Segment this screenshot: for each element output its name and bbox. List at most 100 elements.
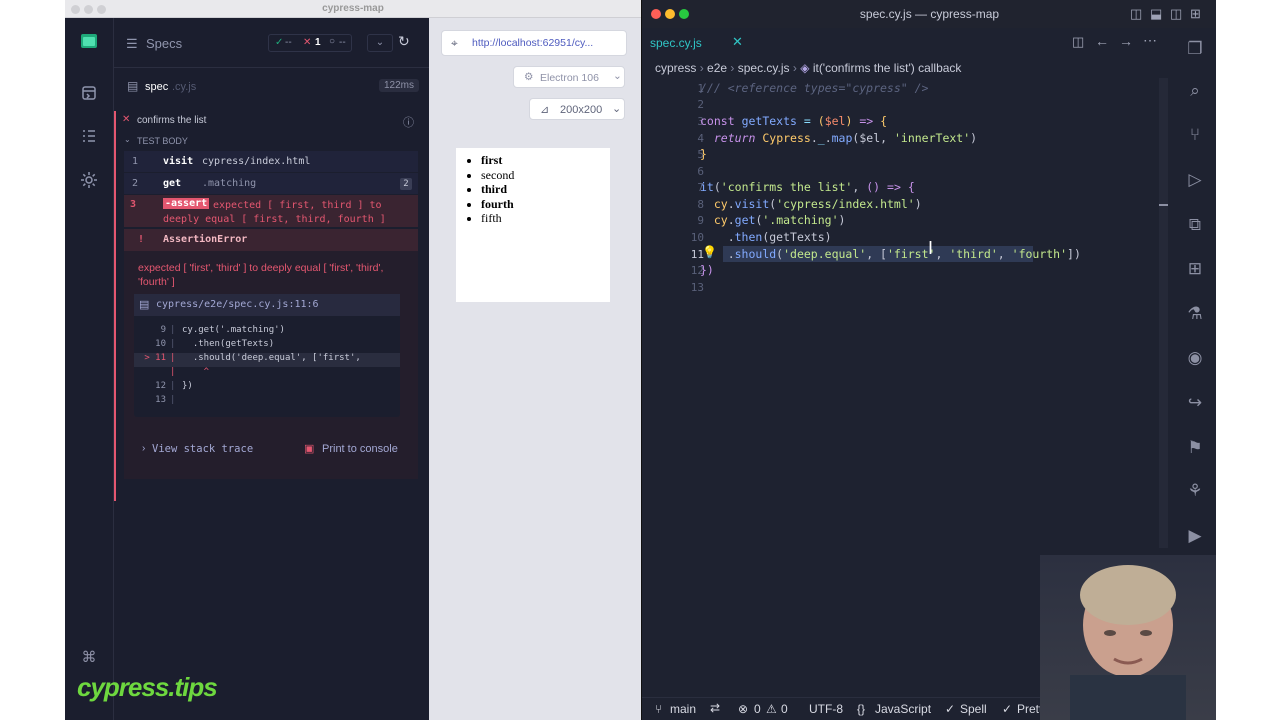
check-icon: ✓ xyxy=(945,702,956,716)
spell-check[interactable]: Spell xyxy=(960,702,987,716)
close-tab-icon[interactable]: ✕ xyxy=(732,34,743,50)
code-line-gutter: | xyxy=(170,381,176,391)
go-back-icon[interactable]: ← xyxy=(1095,33,1109,49)
browser-icon: ⚙ xyxy=(524,71,534,83)
view-stack-trace-link[interactable]: View stack trace xyxy=(152,443,253,455)
chevron-down-icon[interactable]: ⌄ xyxy=(124,135,131,144)
console-icon: ▣ xyxy=(304,443,315,455)
search-icon[interactable]: ⌕ xyxy=(1184,80,1206,102)
code-line: } xyxy=(700,147,707,161)
spec-duration: 122ms xyxy=(379,79,420,92)
chevron-right-icon: › xyxy=(699,61,708,75)
app-list: first second third fourth fifth xyxy=(481,153,514,226)
error-count[interactable]: 0 xyxy=(754,702,761,716)
encoding[interactable]: UTF-8 xyxy=(809,702,843,716)
line-number: 8 xyxy=(697,198,704,211)
code-frame-header[interactable]: ▤ cypress/e2e/spec.cy.js:11:6 xyxy=(134,294,400,316)
more-actions-icon[interactable]: ⋯ xyxy=(1143,32,1157,49)
browser-selector[interactable]: ⚙ Electron 106 ⌄ xyxy=(513,66,625,88)
list-item: third xyxy=(481,182,514,197)
toggle-sidebar-icon[interactable]: ◫ xyxy=(1130,6,1142,22)
code-line-number: 12 xyxy=(155,381,166,391)
remote-explorer-icon[interactable]: ⧉ xyxy=(1184,214,1206,236)
info-icon[interactable]: ⓘ xyxy=(403,114,414,130)
code-line-gutter: | xyxy=(170,353,176,363)
breadcrumb-item[interactable]: spec.cy.js xyxy=(738,61,790,75)
toggle-secondary-sidebar-icon[interactable]: ◫ xyxy=(1170,6,1182,22)
gitlens-icon[interactable]: ⚘ xyxy=(1184,480,1206,502)
cypress-logo-icon[interactable] xyxy=(79,33,99,53)
code-line: 13 | xyxy=(134,395,400,409)
code-line-gutter: | xyxy=(170,325,176,335)
command-number: 3 xyxy=(130,199,137,210)
viewport-info[interactable]: ⊿ 200x200 ⌄ xyxy=(529,98,625,120)
command-row-visit[interactable]: 1 visit cypress/index.html xyxy=(124,151,418,172)
code-frame-file-link[interactable]: cypress/e2e/spec.cy.js:11:6 xyxy=(156,299,319,310)
code-line-text: }) xyxy=(182,381,193,391)
go-forward-icon[interactable]: → xyxy=(1119,33,1133,49)
app-iframe: first second third fourth fifth xyxy=(456,148,610,302)
failed-x-icon: ✕ xyxy=(303,37,312,48)
command-name: visit xyxy=(163,156,194,167)
code-line: .then(getTexts) xyxy=(700,230,832,244)
url-text: http://localhost:62951/cy... xyxy=(472,37,594,49)
specs-title[interactable]: Specs xyxy=(146,36,182,51)
specs-list-icon[interactable] xyxy=(79,128,99,148)
breadcrumb: cypress › e2e › spec.cy.js › ◈ it('confi… xyxy=(655,61,1075,79)
rerun-icon[interactable]: ↻ xyxy=(398,33,410,50)
line-number: 3 xyxy=(697,115,704,128)
tab-spec-cy-js[interactable]: spec.cy.js ✕ xyxy=(642,28,752,58)
github-icon[interactable]: ◉ xyxy=(1184,347,1206,369)
command-name: get xyxy=(163,178,182,189)
git-branch[interactable]: main xyxy=(670,702,696,716)
play-icon[interactable]: ▶ xyxy=(1184,525,1206,547)
selector-playground-icon[interactable]: ⌖ xyxy=(451,36,458,51)
keyboard-shortcuts-icon[interactable]: ⌘ xyxy=(79,648,99,668)
breadcrumb-item[interactable]: cypress xyxy=(655,61,696,75)
test-title[interactable]: confirms the list xyxy=(137,115,206,126)
cypress-window: cypress-map ⌘ ☰ Specs ✓ -- ✕ 1 ○ -- ⌄ ↻ … xyxy=(65,0,641,720)
cypress-titlebar: cypress-map xyxy=(65,0,641,18)
testing-flask-icon[interactable]: ⚗ xyxy=(1184,303,1206,325)
spec-row[interactable]: ▤ spec .cy.js 122ms xyxy=(114,76,429,102)
settings-gear-icon[interactable] xyxy=(79,171,99,191)
extensions-icon[interactable]: ⊞ xyxy=(1184,258,1206,280)
print-to-console-button[interactable]: Print to console xyxy=(322,443,398,455)
list-item: fifth xyxy=(481,211,514,226)
viewport-icon: ⊿ xyxy=(540,104,550,116)
sync-icon[interactable]: ⇄ xyxy=(710,701,720,715)
code-line: 12 | }) xyxy=(134,381,400,395)
runs-icon[interactable] xyxy=(79,85,99,105)
code-line: it('confirms the list', () => { xyxy=(700,180,915,194)
failed-x-icon: ✕ xyxy=(122,114,131,125)
branch-icon: ⑂ xyxy=(655,702,663,716)
command-row-assert[interactable]: 3 -assert expected [ first, third ] to d… xyxy=(124,195,418,227)
warning-count[interactable]: 0 xyxy=(781,702,788,716)
chevron-right-icon[interactable]: › xyxy=(142,443,145,454)
line-number: 12 xyxy=(690,264,704,277)
list-item: second xyxy=(481,168,514,183)
editor-scrollbar[interactable] xyxy=(1159,78,1168,548)
language-mode[interactable]: JavaScript xyxy=(875,702,931,716)
code-line: /// <reference types="cypress" /> xyxy=(700,81,929,95)
breadcrumb-item[interactable]: it('confirms the list') callback xyxy=(813,61,962,75)
explorer-icon[interactable]: ❐ xyxy=(1184,38,1206,60)
error-panel: ! AssertionError expected [ 'first', 'th… xyxy=(124,229,418,479)
split-editor-icon[interactable]: ◫ xyxy=(1072,34,1084,50)
code-line-selected: .should('deep.equal', ['first', 'third',… xyxy=(700,247,1081,261)
list-item: fourth xyxy=(481,197,514,212)
specs-toggle-icon[interactable]: ☰ xyxy=(126,36,138,52)
source-control-icon[interactable]: ⑂ xyxy=(1184,124,1206,146)
customize-layout-icon[interactable]: ⊞ xyxy=(1190,6,1201,22)
live-share-icon[interactable]: ↪ xyxy=(1184,392,1206,414)
code-line-text: cy.get('.matching') xyxy=(182,325,285,335)
run-debug-icon[interactable]: ▷ xyxy=(1184,169,1206,191)
command-row-get[interactable]: 2 get .matching 2 xyxy=(124,173,418,194)
toggle-panel-icon[interactable]: ⬓ xyxy=(1150,6,1162,22)
url-bar[interactable]: ⌖ http://localhost:62951/cy... xyxy=(441,30,627,56)
bookmarks-icon[interactable]: ⚑ xyxy=(1184,437,1206,459)
check-icon: ✓ xyxy=(1002,702,1013,716)
autoscroll-toggle[interactable]: ⌄ xyxy=(367,34,393,52)
error-header: ! AssertionError xyxy=(124,229,418,251)
breadcrumb-item[interactable]: e2e xyxy=(707,61,727,75)
